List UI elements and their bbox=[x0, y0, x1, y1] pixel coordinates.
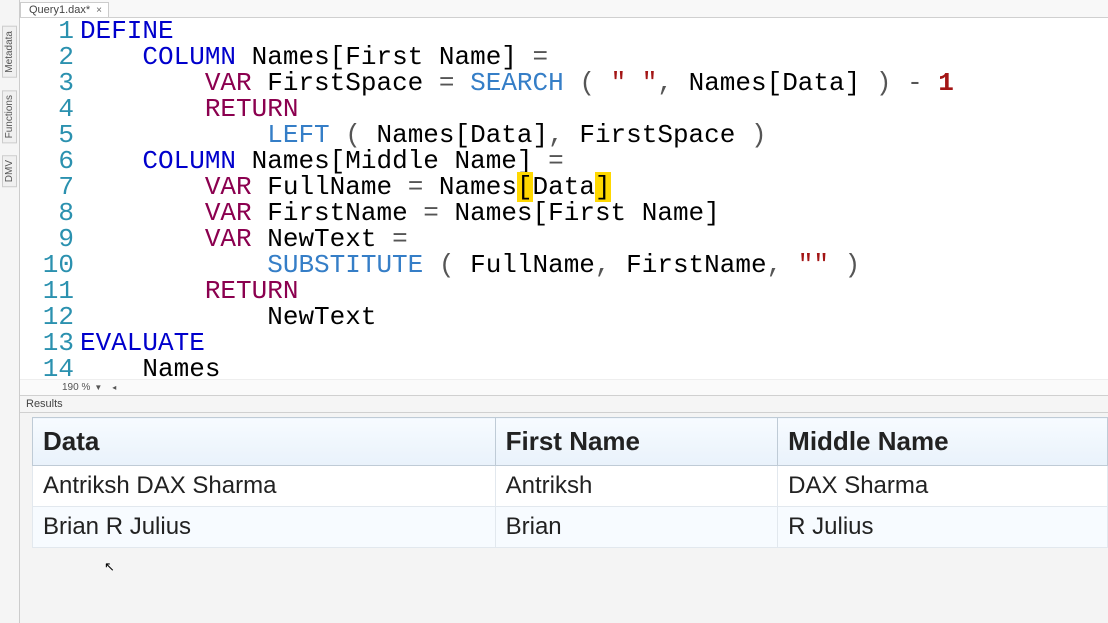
side-tab-strip: Metadata Functions DMV bbox=[0, 0, 20, 623]
line-number: 4 bbox=[20, 96, 74, 122]
line-number: 11 bbox=[20, 278, 74, 304]
line-number: 9 bbox=[20, 226, 74, 252]
zoom-indicator[interactable]: 190 % ▼ ◂ bbox=[20, 379, 1108, 395]
code-line[interactable]: RETURN bbox=[80, 278, 1108, 304]
table-row[interactable]: Antriksh DAX SharmaAntrikshDAX Sharma bbox=[33, 466, 1108, 507]
line-number-gutter: 1234567891011121314 bbox=[20, 18, 80, 379]
results-grid[interactable]: DataFirst NameMiddle Name Antriksh DAX S… bbox=[32, 417, 1108, 548]
side-tab-metadata[interactable]: Metadata bbox=[2, 26, 17, 78]
table-cell[interactable]: Brian bbox=[495, 507, 778, 548]
results-grid-wrap: DataFirst NameMiddle Name Antriksh DAX S… bbox=[20, 413, 1108, 623]
document-tab-bar: Query1.dax* × bbox=[20, 0, 1108, 18]
code-line[interactable]: VAR FirstName = Names[First Name] bbox=[80, 200, 1108, 226]
table-header-row: DataFirst NameMiddle Name bbox=[33, 418, 1108, 466]
code-line[interactable]: RETURN bbox=[80, 96, 1108, 122]
line-number: 5 bbox=[20, 122, 74, 148]
document-tab-title: Query1.dax* bbox=[29, 4, 90, 16]
zoom-label: 190 % bbox=[62, 382, 90, 393]
code-line[interactable]: VAR NewText = bbox=[80, 226, 1108, 252]
code-line[interactable]: VAR FullName = Names[Data] bbox=[80, 174, 1108, 200]
document-tab-query1[interactable]: Query1.dax* × bbox=[20, 2, 109, 17]
table-cell[interactable]: R Julius bbox=[778, 507, 1108, 548]
close-icon[interactable]: × bbox=[96, 5, 102, 16]
line-number: 13 bbox=[20, 330, 74, 356]
table-cell[interactable]: Brian R Julius bbox=[33, 507, 496, 548]
code-line[interactable]: SUBSTITUTE ( FullName, FirstName, "" ) bbox=[80, 252, 1108, 278]
table-cell[interactable]: Antriksh DAX Sharma bbox=[33, 466, 496, 507]
code-line[interactable]: NewText bbox=[80, 304, 1108, 330]
code-line[interactable]: COLUMN Names[First Name] = bbox=[80, 44, 1108, 70]
code-editor[interactable]: 1234567891011121314 DEFINE COLUMN Names[… bbox=[20, 18, 1108, 379]
code-line[interactable]: Names bbox=[80, 356, 1108, 379]
line-number: 7 bbox=[20, 174, 74, 200]
side-tab-functions[interactable]: Functions bbox=[2, 90, 17, 143]
line-number: 6 bbox=[20, 148, 74, 174]
column-header[interactable]: Middle Name bbox=[778, 418, 1108, 466]
side-tab-dmv[interactable]: DMV bbox=[2, 155, 17, 187]
line-number: 3 bbox=[20, 70, 74, 96]
table-cell[interactable]: Antriksh bbox=[495, 466, 778, 507]
line-number: 14 bbox=[20, 356, 74, 379]
code-line[interactable]: LEFT ( Names[Data], FirstSpace ) bbox=[80, 122, 1108, 148]
table-row[interactable]: Brian R JuliusBrianR Julius bbox=[33, 507, 1108, 548]
column-header[interactable]: First Name bbox=[495, 418, 778, 466]
code-line[interactable]: VAR FirstSpace = SEARCH ( " ", Names[Dat… bbox=[80, 70, 1108, 96]
code-line[interactable]: DEFINE bbox=[80, 18, 1108, 44]
line-number: 10 bbox=[20, 252, 74, 278]
code-line[interactable]: COLUMN Names[Middle Name] = bbox=[80, 148, 1108, 174]
column-header[interactable]: Data bbox=[33, 418, 496, 466]
code-line[interactable]: EVALUATE bbox=[80, 330, 1108, 356]
code-area[interactable]: DEFINE COLUMN Names[First Name] = VAR Fi… bbox=[80, 18, 1108, 379]
line-number: 12 bbox=[20, 304, 74, 330]
line-number: 1 bbox=[20, 18, 74, 44]
line-number: 2 bbox=[20, 44, 74, 70]
chevron-left-icon[interactable]: ◂ bbox=[112, 383, 116, 392]
table-cell[interactable]: DAX Sharma bbox=[778, 466, 1108, 507]
results-panel-header: Results bbox=[20, 395, 1108, 413]
line-number: 8 bbox=[20, 200, 74, 226]
chevron-down-icon[interactable]: ▼ bbox=[94, 383, 102, 392]
